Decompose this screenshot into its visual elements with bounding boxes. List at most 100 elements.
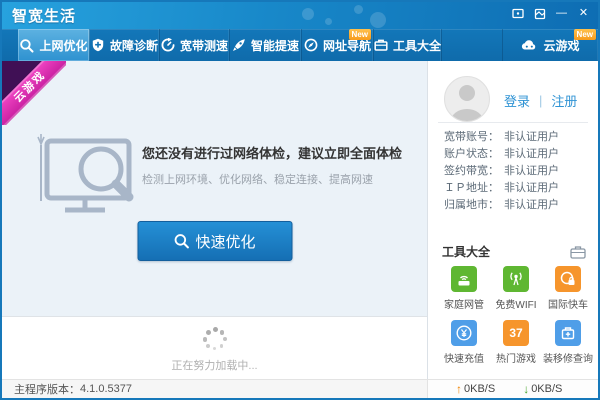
sidebar: 登录 | 注册 宽带账号：非认证用户 账户状态：非认证用户 签约带宽：非认证用户…: [427, 61, 598, 379]
close-button[interactable]: ✕: [577, 7, 590, 20]
upload-arrow-icon: ↑: [456, 382, 462, 396]
banner-headline: 您还没有进行过网络体检，建议立即全面体检: [142, 143, 402, 162]
content: 云游戏 您还没有进行过网络体检，建议立即全面体检 检测上网环境、优化网络、稳定连…: [2, 61, 598, 379]
titlebar: 智宽生活 — ✕: [2, 2, 598, 29]
account-value: 非认证用户: [504, 182, 559, 194]
account-info-list: 宽带账号：非认证用户 账户状态：非认证用户 签约带宽：非认证用户 ＩＰ地址：非认…: [444, 129, 559, 214]
tab-site-navigation[interactable]: 网址导航 New: [302, 29, 374, 61]
shield-icon: [91, 38, 105, 52]
banner-subtext: 检测上网环境、优化网络、稳定连接、提高网速: [142, 171, 373, 187]
download-arrow-icon: ↓: [523, 382, 529, 396]
tools-title: 工具大全: [442, 243, 490, 260]
account-label: 账户状态：: [444, 146, 504, 163]
version-label: 主程序版本：: [14, 381, 80, 397]
download-speed-value: 0KB/S: [531, 383, 562, 395]
tab-smart-boost[interactable]: 智能提速: [230, 29, 302, 61]
main-panel: 云游戏 您还没有进行过网络体检，建议立即全面体检 检测上网环境、优化网络、稳定连…: [2, 61, 427, 379]
account-label: 签约带宽：: [444, 163, 504, 180]
tools-header: 工具大全: [442, 243, 586, 260]
tool-home-network[interactable]: 家庭网管: [438, 266, 490, 311]
rocket-icon: [232, 38, 246, 52]
account-row-bandwidth: 签约带宽：非认证用户: [444, 163, 559, 180]
loading-area: 正在努力加载中...: [2, 317, 427, 379]
tab-network-optimize[interactable]: 上网优化: [18, 29, 90, 61]
tab-speed-test[interactable]: 宽带测速: [160, 29, 230, 61]
yuan-icon: [451, 320, 477, 346]
magnifier-icon: [173, 233, 189, 249]
37-logo-icon: 37: [503, 320, 529, 346]
minimize-button[interactable]: —: [555, 7, 568, 20]
account-label: ＩＰ地址：: [444, 180, 504, 197]
upload-speed-value: 0KB/S: [464, 383, 495, 395]
tool-label: 免费WIFI: [490, 296, 542, 311]
magnifier-icon: [19, 38, 34, 53]
tab-label: 故障诊断: [110, 37, 158, 54]
health-check-banner: 云游戏 您还没有进行过网络体检，建议立即全面体检 检测上网环境、优化网络、稳定连…: [2, 61, 427, 317]
bubble-decoration: [302, 8, 314, 20]
cloud-icon: [521, 38, 538, 52]
quick-optimize-button[interactable]: 快速优化: [137, 221, 292, 261]
tab-tools[interactable]: 工具大全: [374, 29, 442, 61]
loading-text: 正在努力加载中...: [2, 357, 427, 373]
tool-hot-games[interactable]: 37 热门游戏: [490, 320, 542, 365]
wifi-tower-icon: [503, 266, 529, 292]
tab-cloud-gaming[interactable]: 云游戏 New: [502, 29, 598, 61]
tool-install-repair-query[interactable]: 装移修查询: [542, 320, 594, 365]
compass-icon: [304, 38, 318, 52]
speedometer-icon: [161, 38, 175, 52]
app-title: 智宽生活: [12, 5, 76, 26]
new-badge: New: [349, 29, 371, 40]
network-speed: ↑ 0KB/S ↓ 0KB/S: [427, 380, 598, 398]
loading-spinner-icon: [202, 327, 228, 353]
tab-label: 智能提速: [251, 37, 299, 54]
feedback-icon[interactable]: [511, 7, 524, 20]
tools-grid: 家庭网管 免费WIFI 国际快车: [438, 266, 594, 365]
monitor-magnifier-illustration: [32, 131, 140, 215]
briefcase-icon: [570, 245, 586, 259]
account-label: 归属地市：: [444, 197, 504, 214]
tab-label: 上网优化: [39, 37, 87, 54]
version-value: 4.1.0.5377: [80, 383, 132, 395]
quick-optimize-label: 快速优化: [195, 231, 255, 252]
tab-label: 工具大全: [393, 37, 441, 54]
bubble-decoration: [370, 12, 386, 28]
toolbox-icon: [374, 38, 388, 52]
register-link[interactable]: 注册: [551, 91, 577, 110]
upload-speed: ↑ 0KB/S: [456, 382, 495, 396]
skin-icon[interactable]: [533, 7, 546, 20]
cloud-gaming-corner-ribbon[interactable]: 云游戏: [2, 61, 66, 125]
tool-free-wifi[interactable]: 免费WIFI: [490, 266, 542, 311]
download-speed: ↓ 0KB/S: [523, 382, 562, 396]
account-row-city: 归属地市：非认证用户: [444, 197, 559, 214]
bubble-decoration: [325, 18, 332, 25]
account-value: 非认证用户: [504, 165, 559, 177]
globe-lock-icon: [555, 266, 581, 292]
account-value: 非认证用户: [504, 199, 559, 211]
suitcase-icon: [555, 320, 581, 346]
tool-label: 热门游戏: [490, 350, 542, 365]
ribbon-label: 云游戏: [2, 61, 66, 125]
tool-quick-recharge[interactable]: 快速充值: [438, 320, 490, 365]
account-label: 宽带账号：: [444, 129, 504, 146]
tool-label: 国际快车: [542, 296, 594, 311]
account-row-ip: ＩＰ地址：非认证用户: [444, 180, 559, 197]
tool-label: 装移修查询: [542, 350, 594, 365]
router-icon: [451, 266, 477, 292]
tab-label: 宽带测速: [180, 37, 228, 54]
divider: [438, 122, 588, 123]
nav-bar: 上网优化 故障诊断 宽带测速 智能提速 网址导航 New 工具大全 云游戏 Ne…: [2, 29, 598, 61]
tool-label: 快速充值: [438, 350, 490, 365]
account-row-broadband: 宽带账号：非认证用户: [444, 129, 559, 146]
auth-links: 登录 | 注册: [504, 91, 577, 110]
login-link[interactable]: 登录: [504, 91, 530, 110]
new-badge: New: [574, 29, 596, 40]
bubble-decoration: [354, 5, 363, 14]
tool-international-express[interactable]: 国际快车: [542, 266, 594, 311]
auth-separator: |: [539, 93, 542, 108]
window-controls: — ✕: [511, 7, 590, 20]
avatar[interactable]: [444, 76, 490, 122]
account-value: 非认证用户: [504, 148, 559, 160]
status-bar: 主程序版本： 4.1.0.5377 ↑ 0KB/S ↓ 0KB/S: [2, 379, 598, 398]
account-value: 非认证用户: [504, 131, 559, 143]
tab-fault-diagnosis[interactable]: 故障诊断: [90, 29, 160, 61]
